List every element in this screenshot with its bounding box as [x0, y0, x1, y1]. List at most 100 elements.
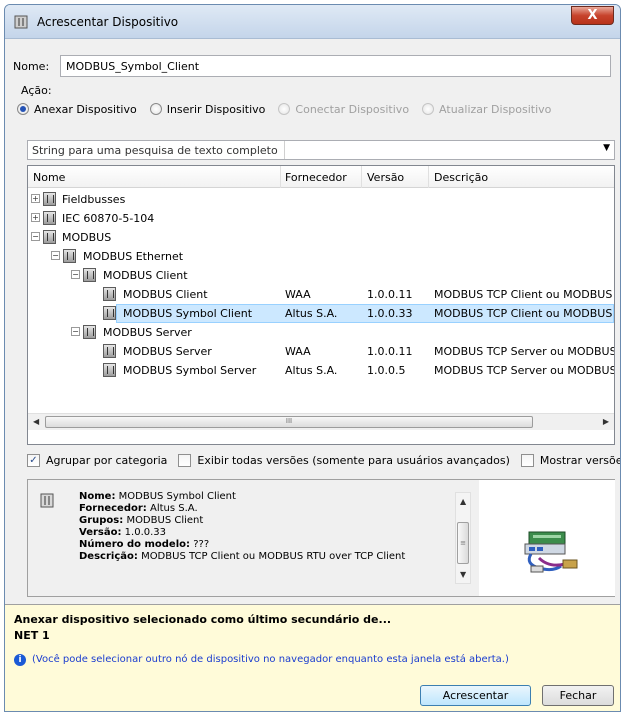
add-button[interactable]: Acrescentar — [420, 685, 531, 706]
network-device-icon — [524, 531, 578, 573]
detail-description: MODBUS TCP Client ou MODBUS RTU over TCP… — [141, 551, 406, 562]
tree-row-name: Fieldbusses — [62, 193, 126, 206]
detail-label: Nome: — [79, 491, 116, 502]
radio-label: Anexar Dispositivo — [34, 102, 137, 116]
detail-version: 1.0.0.33 — [124, 527, 167, 538]
device-icon — [14, 15, 28, 29]
tree-row[interactable]: + Fieldbusses — [28, 190, 614, 209]
tree-row[interactable]: − MODBUS Server — [28, 323, 614, 342]
device-icon — [43, 211, 56, 225]
radio-label: Inserir Dispositivo — [166, 102, 266, 116]
tree-row-vendor: Altus S.A. — [285, 364, 338, 377]
tree-row-version: 1.0.0.33 — [367, 307, 413, 320]
detail-name: MODBUS Symbol Client — [118, 491, 236, 502]
tree-row-version: 1.0.0.11 — [367, 345, 413, 358]
radio-label: Conectar Dispositivo — [295, 102, 410, 116]
collapse-icon[interactable]: − — [71, 270, 80, 279]
show-all-versions-checkbox[interactable]: Exibir todas versões (somente para usuár… — [178, 453, 510, 467]
tree-row[interactable]: + IEC 60870-5-104 — [28, 209, 614, 228]
device-icon — [43, 192, 56, 206]
action-label: Ação: — [21, 84, 52, 97]
column-divider[interactable] — [428, 166, 429, 188]
detail-model: ??? — [193, 539, 210, 550]
device-icon — [83, 325, 96, 339]
tree-row-name: MODBUS Client — [123, 288, 208, 301]
tree-row[interactable]: − MODBUS — [28, 228, 614, 247]
device-icon — [63, 249, 76, 263]
group-by-category-checkbox[interactable]: ✓ Agrupar por categoria — [27, 453, 168, 467]
expand-icon[interactable]: + — [31, 194, 40, 203]
notice-title: Anexar dispositivo selecionado como últi… — [14, 613, 392, 626]
detail-label: Fornecedor: — [79, 503, 147, 514]
checkbox-label: Exibir todas versões (somente para usuár… — [197, 453, 510, 467]
checkbox-label: Agrupar por categoria — [46, 453, 168, 467]
radio-insert-device[interactable]: Inserir Dispositivo — [149, 102, 266, 116]
close-button[interactable]: X — [571, 6, 614, 25]
name-input[interactable] — [60, 55, 611, 77]
checkbox-label: Mostrar versões desatua — [539, 453, 620, 467]
tree-row-vendor: WAA — [285, 345, 311, 358]
tree-row-version: 1.0.0.5 — [367, 364, 406, 377]
name-label: Nome: — [13, 60, 50, 73]
collapse-icon[interactable]: − — [51, 251, 60, 260]
radio-indicator — [422, 103, 435, 115]
search-combobox[interactable]: String para uma pesquisa de texto comple… — [27, 140, 615, 160]
column-header-vendor[interactable]: Fornecedor — [285, 171, 347, 184]
show-old-versions-checkbox[interactable]: Mostrar versões desatua — [520, 453, 620, 467]
tree-row-name: MODBUS Client — [103, 269, 188, 282]
tree-row[interactable]: − MODBUS Client — [28, 266, 614, 285]
tree-row[interactable]: MODBUS Server WAA 1.0.0.11 MODBUS TCP Se… — [28, 342, 614, 361]
scroll-thumb[interactable]: ≡ — [457, 522, 469, 564]
column-header-name[interactable]: Nome — [33, 171, 65, 184]
action-radio-group: Anexar Dispositivo Inserir Dispositivo C… — [17, 101, 564, 117]
tree-row[interactable]: − MODBUS Ethernet — [28, 247, 614, 266]
tree-header: Nome Fornecedor Versão Descrição — [28, 166, 614, 188]
horizontal-scrollbar[interactable]: ◀ III ▶ — [28, 413, 614, 430]
info-icon: i — [14, 654, 26, 666]
tree-row-version: 1.0.0.11 — [367, 288, 413, 301]
tree-row-description: MODBUS TCP Server ou MODBUS RTU — [434, 345, 615, 358]
detail-label: Número do modelo: — [79, 539, 191, 550]
tree-row-vendor: Altus S.A. — [285, 307, 338, 320]
device-tree[interactable]: Nome Fornecedor Versão Descrição + Field… — [27, 165, 615, 445]
close-dialog-button[interactable]: Fechar — [542, 685, 614, 706]
radio-indicator — [17, 103, 29, 115]
expand-icon[interactable]: + — [31, 213, 40, 222]
options-row: ✓ Agrupar por categoria Exibir todas ver… — [27, 453, 620, 467]
detail-label: Grupos: — [79, 515, 124, 526]
radio-connect-device[interactable]: Conectar Dispositivo — [278, 103, 409, 116]
device-icon — [103, 344, 116, 358]
device-icon — [103, 287, 116, 301]
tree-row-selected[interactable]: MODBUS Symbol Client Altus S.A. 1.0.0.33… — [28, 304, 614, 323]
scroll-right-icon[interactable]: ▶ — [603, 417, 609, 426]
detail-label: Descrição: — [79, 551, 138, 562]
column-header-version[interactable]: Versão — [367, 171, 404, 184]
scroll-left-icon[interactable]: ◀ — [33, 417, 39, 426]
scroll-down-icon[interactable]: ▼ — [460, 570, 466, 579]
tree-row-vendor: WAA — [285, 288, 311, 301]
title-bar[interactable]: Acrescentar Dispositivo X — [5, 5, 620, 39]
device-icon — [103, 306, 116, 320]
tree-row-description: MODBUS TCP Server ou MODBUS RTU — [434, 364, 615, 377]
column-divider[interactable] — [361, 166, 362, 188]
scroll-thumb[interactable]: III — [45, 416, 533, 428]
column-divider[interactable] — [280, 166, 281, 188]
add-device-dialog: Acrescentar Dispositivo X Nome: Ação: An… — [4, 4, 621, 712]
radio-update-device[interactable]: Atualizar Dispositivo — [422, 103, 551, 116]
device-preview-image — [479, 480, 615, 596]
scroll-up-icon[interactable]: ▲ — [460, 497, 466, 506]
collapse-icon[interactable]: − — [31, 232, 40, 241]
device-details: Nome: MODBUS Symbol Client Fornecedor: A… — [79, 491, 405, 563]
tree-row[interactable]: MODBUS Symbol Server Altus S.A. 1.0.0.5 … — [28, 361, 614, 380]
radio-attach-device[interactable]: Anexar Dispositivo — [17, 103, 137, 116]
column-header-description[interactable]: Descrição — [434, 171, 488, 184]
detail-vendor: Altus S.A. — [150, 503, 198, 514]
collapse-icon[interactable]: − — [71, 327, 80, 336]
tree-row[interactable]: MODBUS Client WAA 1.0.0.11 MODBUS TCP Cl… — [28, 285, 614, 304]
device-icon — [83, 268, 96, 282]
vertical-scrollbar[interactable]: ▲ ≡ ▼ — [455, 492, 471, 584]
dropdown-arrow-icon[interactable]: ▼ — [603, 143, 610, 153]
device-icon — [103, 363, 116, 377]
radio-indicator — [278, 103, 291, 115]
search-placeholder: String para uma pesquisa de texto comple… — [32, 144, 278, 157]
